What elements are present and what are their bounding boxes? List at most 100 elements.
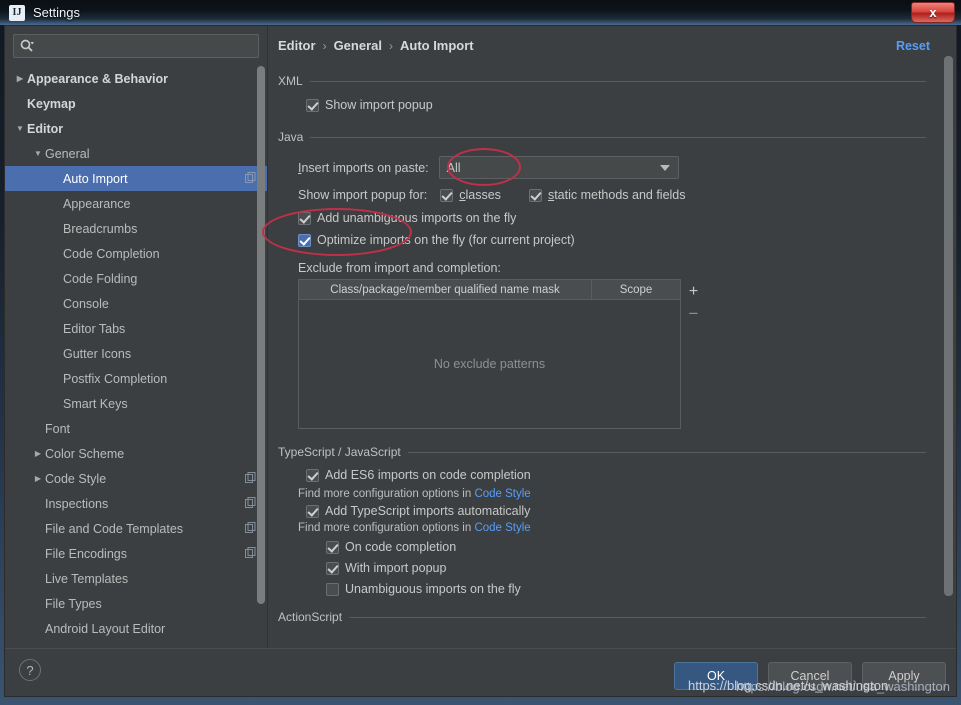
checkbox-add-es6-imports[interactable]: [306, 469, 319, 482]
settings-tree[interactable]: ▶Appearance & Behavior▶Keymap▼Editor▼Gen…: [5, 64, 267, 648]
chevron-right-icon[interactable]: ▶: [31, 472, 45, 486]
sidebar-item-gutter-icons[interactable]: ▶Gutter Icons: [5, 341, 267, 366]
hint-code-style-2: Find more configuration options in Code …: [278, 522, 926, 534]
group-divider: [310, 81, 926, 82]
checkbox-static-methods-and-fields[interactable]: [529, 189, 542, 202]
chevron-down-icon[interactable]: ▼: [13, 122, 27, 136]
link-code-style-2[interactable]: Code Style: [474, 522, 530, 534]
checkbox-optimize-imports[interactable]: [298, 234, 311, 247]
sidebar-item-file-types[interactable]: ▶File Types: [5, 591, 267, 616]
dialog-main: ▶Appearance & Behavior▶Keymap▼Editor▼Gen…: [5, 26, 956, 648]
breadcrumb-item-general[interactable]: General: [334, 38, 382, 53]
sidebar-item-label: Font: [45, 422, 257, 436]
add-exclude-button[interactable]: +: [683, 281, 705, 303]
sidebar-scrollbar-thumb[interactable]: [257, 66, 265, 604]
link-code-style-1[interactable]: Code Style: [474, 488, 530, 500]
footer-buttons: OK Cancel Apply: [674, 662, 946, 690]
sidebar-item-live-templates[interactable]: ▶Live Templates: [5, 566, 267, 591]
sidebar-item-font[interactable]: ▶Font: [5, 416, 267, 441]
sidebar-item-code-style[interactable]: ▶Code Style: [5, 466, 267, 491]
hint-code-style-1: Find more configuration options in Code …: [278, 488, 926, 500]
checkbox-row-add-unambiguous[interactable]: Add unambiguous imports on the fly: [278, 211, 926, 225]
apply-button[interactable]: Apply: [862, 662, 946, 690]
sidebar-item-appearance[interactable]: ▶Appearance: [5, 191, 267, 216]
ok-button[interactable]: OK: [674, 662, 758, 690]
reset-link[interactable]: Reset: [896, 39, 930, 53]
window-title: Settings: [33, 5, 80, 20]
sidebar-item-file-and-code-templates[interactable]: ▶File and Code Templates: [5, 516, 267, 541]
exclude-table-empty-text: No exclude patterns: [434, 357, 545, 371]
remove-exclude-button[interactable]: −: [683, 303, 705, 325]
combobox-insert-imports-on-paste[interactable]: All: [439, 156, 679, 179]
column-header-name-mask[interactable]: Class/package/member qualified name mask: [299, 280, 592, 299]
checkbox-row-show-import-popup[interactable]: Show import popup: [278, 98, 926, 112]
sidebar-item-label: General: [45, 147, 257, 161]
checkbox-add-typescript-imports[interactable]: [306, 505, 319, 518]
sidebar-item-label: Appearance & Behavior: [27, 72, 257, 86]
label-add-typescript-imports: Add TypeScript imports automatically: [325, 504, 530, 518]
sidebar-item-appearance-behavior[interactable]: ▶Appearance & Behavior: [5, 66, 267, 91]
checkbox-on-code-completion[interactable]: [326, 541, 339, 554]
checkbox-add-unambiguous-imports[interactable]: [298, 212, 311, 225]
checkbox-row-add-typescript-imports[interactable]: Add TypeScript imports automatically: [278, 504, 926, 518]
search-input[interactable]: [13, 34, 259, 58]
settings-panel: XML Show import popup Java Inse: [268, 53, 956, 624]
sidebar-item-label: Smart Keys: [63, 397, 257, 411]
exclude-table: Class/package/member qualified name mask…: [298, 279, 681, 429]
close-icon[interactable]: x: [911, 2, 955, 23]
label-show-import-popup-for: Show import popup for:: [298, 188, 427, 202]
sidebar-scrollbar[interactable]: [257, 66, 265, 644]
cancel-button[interactable]: Cancel: [768, 662, 852, 690]
label-show-import-popup: Show import popup: [325, 98, 433, 112]
sidebar-item-label: Editor Tabs: [63, 322, 257, 336]
sidebar-item-color-scheme[interactable]: ▶Color Scheme: [5, 441, 267, 466]
chevron-down-icon: [660, 165, 670, 171]
column-header-scope[interactable]: Scope: [592, 280, 680, 299]
checkbox-with-import-popup[interactable]: [326, 562, 339, 575]
dialog-footer: ? OK Cancel Apply: [5, 648, 956, 696]
sidebar-item-inspections[interactable]: ▶Inspections: [5, 491, 267, 516]
sidebar-item-breadcrumbs[interactable]: ▶Breadcrumbs: [5, 216, 267, 241]
checkbox-classes[interactable]: [440, 189, 453, 202]
sidebar-item-smart-keys[interactable]: ▶Smart Keys: [5, 391, 267, 416]
sidebar-item-file-encodings[interactable]: ▶File Encodings: [5, 541, 267, 566]
sidebar-item-label: Code Completion: [63, 247, 257, 261]
breadcrumb-item-editor[interactable]: Editor: [278, 38, 316, 53]
checkbox-row-with-import-popup[interactable]: With import popup: [278, 561, 926, 575]
project-scope-icon: [244, 547, 257, 560]
checkbox-row-classes[interactable]: classes: [440, 188, 501, 202]
settings-dialog: ▶Appearance & Behavior▶Keymap▼Editor▼Gen…: [4, 25, 957, 697]
group-title-actionscript: ActionScript: [278, 610, 349, 624]
sidebar-item-keymap[interactable]: ▶Keymap: [5, 91, 267, 116]
project-scope-icon: [244, 172, 257, 185]
sidebar-item-postfix-completion[interactable]: ▶Postfix Completion: [5, 366, 267, 391]
checkbox-row-optimize-imports[interactable]: Optimize imports on the fly (for current…: [278, 233, 926, 247]
sidebar-item-android-layout-editor[interactable]: ▶Android Layout Editor: [5, 616, 267, 641]
checkbox-row-unambiguous-on-the-fly[interactable]: Unambiguous imports on the fly: [278, 582, 926, 596]
label-insert-imports-rest: nsert imports on paste:: [301, 161, 428, 175]
sidebar-item-code-folding[interactable]: ▶Code Folding: [5, 266, 267, 291]
breadcrumb-separator: ›: [389, 39, 393, 53]
sidebar-item-console[interactable]: ▶Console: [5, 291, 267, 316]
sidebar-item-auto-import[interactable]: ▶Auto Import: [5, 166, 267, 191]
chevron-down-icon[interactable]: ▼: [31, 147, 45, 161]
label-unambiguous-imports-on-the-fly: Unambiguous imports on the fly: [345, 582, 521, 596]
content-scrollbar[interactable]: [944, 56, 953, 648]
sidebar-item-code-completion[interactable]: ▶Code Completion: [5, 241, 267, 266]
chevron-right-icon[interactable]: ▶: [31, 447, 45, 461]
sidebar-item-editor[interactable]: ▼Editor: [5, 116, 267, 141]
checkbox-unambiguous-imports-on-the-fly[interactable]: [326, 583, 339, 596]
sidebar-item-label: Appearance: [63, 197, 257, 211]
checkbox-row-add-es6-imports[interactable]: Add ES6 imports on code completion: [278, 468, 926, 482]
sidebar-item-general[interactable]: ▼General: [5, 141, 267, 166]
help-icon[interactable]: ?: [19, 659, 41, 681]
checkbox-row-on-code-completion[interactable]: On code completion: [278, 540, 926, 554]
checkbox-show-import-popup[interactable]: [306, 99, 319, 112]
project-scope-icon: [244, 522, 257, 535]
chevron-right-icon[interactable]: ▶: [13, 72, 27, 86]
sidebar-item-editor-tabs[interactable]: ▶Editor Tabs: [5, 316, 267, 341]
content-scrollbar-thumb[interactable]: [944, 56, 953, 596]
checkbox-row-static-methods[interactable]: static methods and fields: [529, 188, 686, 202]
screen-root: IJ Settings x: [0, 0, 961, 705]
sidebar-item-label: Breadcrumbs: [63, 222, 257, 236]
